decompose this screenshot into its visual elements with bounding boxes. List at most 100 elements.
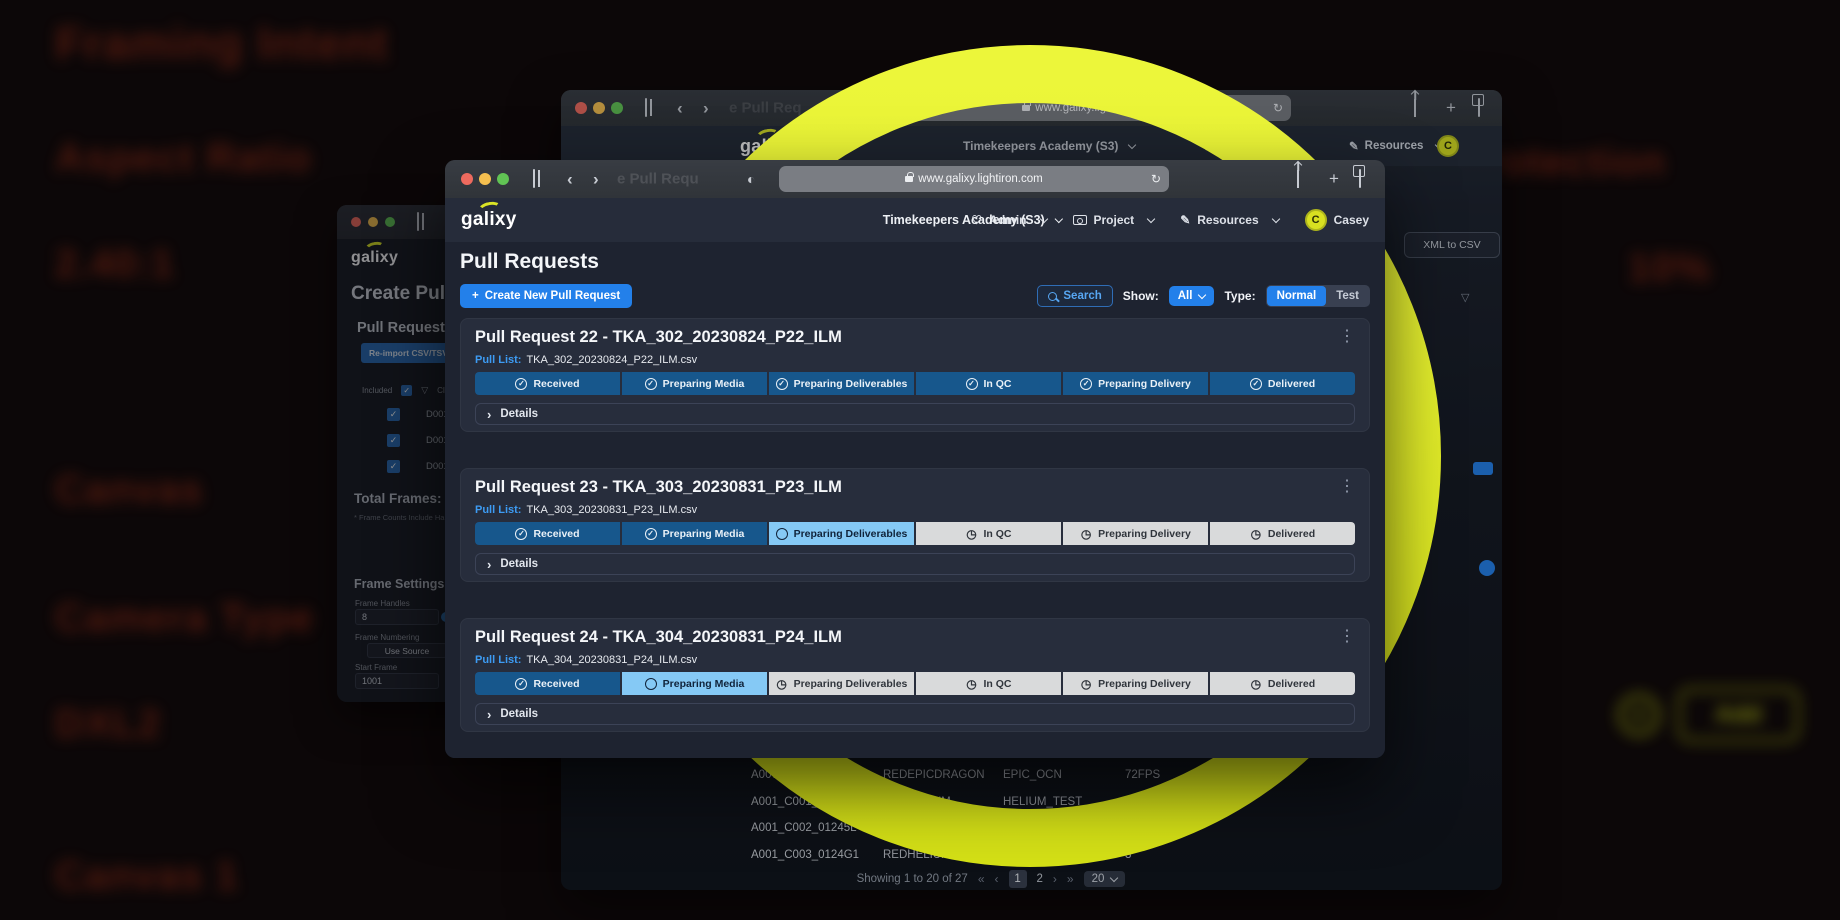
zoom-window-button[interactable] — [611, 102, 623, 114]
back-icon[interactable]: ‹ — [567, 171, 573, 188]
nav-item-resources[interactable]: ✎ Resources — [1180, 213, 1278, 227]
nav-item-admin[interactable]: ♡ Admin — [1201, 139, 1272, 153]
share-icon[interactable] — [1297, 170, 1299, 188]
frame-counts-footnote: * Frame Counts Include Han — [354, 513, 449, 522]
table-cell[interactable]: REDHELIUM — [883, 796, 1003, 808]
row-checkbox[interactable]: ✓ — [387, 460, 400, 473]
sidebar-toggle-icon[interactable] — [417, 213, 419, 231]
kebab-menu-icon[interactable]: ⋮ — [1339, 330, 1355, 344]
table-cell[interactable]: 3 — [1125, 849, 1185, 861]
start-frame-input[interactable]: 1001 — [355, 673, 439, 689]
details-expander[interactable]: › Details — [475, 403, 1355, 425]
prev-page-button[interactable]: ‹ — [995, 872, 999, 886]
type-normal-option[interactable]: Normal — [1267, 286, 1327, 306]
table-cell[interactable]: 1 — [1125, 796, 1185, 808]
nav-item-resources[interactable]: ✎ Resources — [1349, 139, 1442, 153]
url-text: www.galixy.lightiron.com — [918, 173, 1042, 185]
back-icon[interactable]: ‹ — [677, 100, 683, 117]
galixy-logo[interactable]: galixy — [351, 249, 398, 267]
frame-handles-input[interactable]: 8 — [355, 609, 439, 625]
add-button-label: Add — [1678, 688, 1799, 742]
pull-list-filename: TKA_303_20230831_P23_ILM.csv — [526, 504, 697, 516]
sidebar-toggle-icon[interactable] — [645, 99, 647, 117]
url-bar[interactable]: www.galixy.lightiron.com ↻ — [891, 95, 1291, 121]
bg-label-aspect-ratio: Aspect Ratio — [55, 136, 312, 181]
forward-icon[interactable]: › — [703, 100, 709, 117]
first-page-button[interactable]: « — [978, 872, 985, 886]
stage-preparing-media: Preparing Media — [622, 522, 767, 545]
zoom-window-button[interactable] — [385, 217, 395, 227]
user-avatar[interactable]: C — [1437, 135, 1459, 157]
privacy-shield-icon[interactable]: ◐ — [747, 171, 755, 187]
stage-in-qc: In QC — [916, 522, 1061, 545]
table-cell[interactable]: EPIC_OCN — [1003, 769, 1125, 781]
row-checkbox[interactable]: ✓ — [387, 434, 400, 447]
filter-funnel-icon[interactable]: ▽ — [421, 385, 428, 396]
page-1-button[interactable]: 1 — [1009, 870, 1027, 888]
project-selector[interactable]: Timekeepers Academy (S3) — [883, 213, 1062, 227]
next-page-button[interactable]: › — [1053, 872, 1057, 886]
table-cell[interactable]: A007_C115_ — [751, 769, 883, 781]
details-expander[interactable]: › Details — [475, 553, 1355, 575]
status-pipeline: Received Preparing Media Preparing Deliv… — [475, 372, 1355, 395]
tab-overview-icon[interactable] — [1478, 99, 1480, 117]
create-new-pull-request-button[interactable]: + Create New Pull Request — [460, 284, 632, 308]
details-expander[interactable]: › Details — [475, 703, 1355, 725]
chevron-down-icon — [1265, 141, 1273, 149]
plus-icon: + — [1618, 694, 1660, 736]
xml-to-csv-button[interactable]: XML to CSV — [1404, 232, 1500, 258]
page-2-button[interactable]: 2 — [1037, 873, 1043, 885]
minimize-window-button[interactable] — [593, 102, 605, 114]
table-cell[interactable]: REDHELIUM — [883, 822, 1003, 834]
close-window-button[interactable] — [351, 217, 361, 227]
show-filter-select[interactable]: All — [1169, 286, 1215, 306]
url-bar[interactable]: www.galixy.lightiron.com ↻ — [779, 166, 1169, 192]
type-test-option[interactable]: Test — [1326, 286, 1369, 306]
table-cell[interactable]: REDEPICDRAGON — [883, 769, 1003, 781]
select-all-checkbox[interactable]: ✓ — [401, 385, 412, 396]
tab-overview-icon[interactable] — [1359, 170, 1361, 188]
table-cell[interactable]: A001_C001_0124G — [751, 796, 883, 808]
clip-row[interactable]: ✓ D001 — [387, 460, 449, 473]
user-menu[interactable]: C Casey — [1305, 209, 1369, 231]
last-page-button[interactable]: » — [1067, 872, 1074, 886]
bg-label-camera-type: Camera Type — [55, 596, 314, 641]
table-cell[interactable]: 72FPS — [1125, 769, 1185, 781]
table-cell[interactable]: REDHELIUM — [883, 849, 1003, 861]
privacy-shield-icon[interactable]: ◐ — [859, 100, 867, 116]
clip-row[interactable]: ✓ D001 — [387, 408, 449, 421]
minimize-window-button[interactable] — [479, 173, 491, 185]
galixy-logo[interactable]: galixy — [740, 136, 793, 157]
reload-icon[interactable]: ↻ — [1151, 172, 1161, 186]
sidebar-toggle-icon[interactable] — [533, 170, 535, 188]
row-checkbox[interactable]: ✓ — [387, 408, 400, 421]
table-cell[interactable]: HELIUM_TEST — [1003, 849, 1125, 861]
forward-icon[interactable]: › — [593, 171, 599, 188]
minimize-window-button[interactable] — [368, 217, 378, 227]
table-cell[interactable]: HELIUM_TEST — [1003, 796, 1125, 808]
reimport-csv-button[interactable]: Re-import CSV/TSV — [361, 343, 456, 363]
reload-icon[interactable]: ↻ — [1273, 101, 1283, 115]
zoom-window-button[interactable] — [497, 173, 509, 185]
project-selector[interactable]: Timekeepers Academy (S3) — [963, 139, 1135, 153]
clip-row[interactable]: ✓ D001 — [387, 434, 449, 447]
check-circle-icon — [1080, 378, 1092, 390]
table-cell[interactable]: A001_C003_0124G1 — [751, 849, 883, 861]
close-window-button[interactable] — [461, 173, 473, 185]
pull-list-label: Pull List: — [475, 504, 521, 516]
search-button[interactable]: Search — [1037, 285, 1112, 307]
new-tab-icon[interactable]: + — [1446, 98, 1456, 118]
nav-item-project[interactable]: Project — [1073, 213, 1155, 227]
new-tab-icon[interactable]: + — [1329, 169, 1339, 189]
kebab-menu-icon[interactable]: ⋮ — [1339, 480, 1355, 494]
table-cell[interactable]: A001_C002_01245L — [751, 822, 883, 834]
table-cell[interactable]: HELIUM_TEST — [1003, 822, 1125, 834]
share-icon[interactable] — [1414, 99, 1416, 117]
browser-window-front: ‹ › e Pull Requ ◐ www.galixy.lightiron.c… — [445, 160, 1385, 758]
close-window-button[interactable] — [575, 102, 587, 114]
kebab-menu-icon[interactable]: ⋮ — [1339, 630, 1355, 644]
galixy-logo[interactable]: galixy — [461, 209, 517, 231]
filter-funnel-icon[interactable]: ▽ — [1461, 291, 1469, 304]
per-page-select[interactable]: 20 — [1084, 871, 1126, 887]
use-source-option[interactable]: Use Source — [367, 643, 447, 658]
